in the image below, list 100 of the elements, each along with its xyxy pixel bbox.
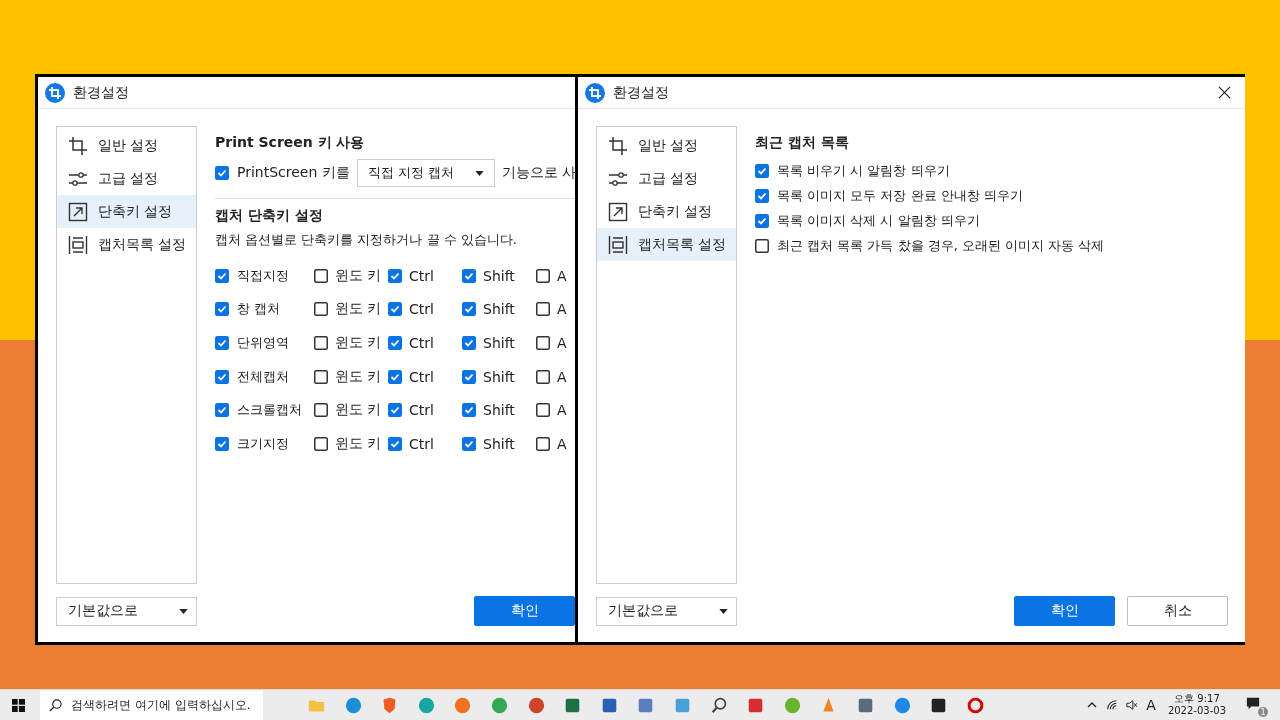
checkbox-label: 직접지정 <box>237 266 289 285</box>
taskbar-search-field[interactable]: 검색하려면 여기에 입력하십시오. <box>40 690 263 720</box>
checkbox-label: 전체캡처 <box>237 367 289 386</box>
reset-dropdown[interactable]: 기본값으로 <box>596 596 737 626</box>
checkbox[interactable] <box>314 268 328 283</box>
input-language-indicator[interactable]: A <box>1146 697 1156 713</box>
checkbox[interactable] <box>536 268 550 283</box>
sidebar-item[interactable]: 고급 설정 <box>57 162 196 195</box>
checkbox[interactable] <box>388 436 402 451</box>
window-title: 환경설정 <box>73 83 129 102</box>
clock-time[interactable]: 오후 9:17 <box>1174 693 1220 705</box>
checkbox-label: Ctrl <box>409 335 434 351</box>
checkbox[interactable] <box>314 302 328 317</box>
checkbox[interactable] <box>755 213 769 228</box>
checkbox[interactable] <box>215 268 229 283</box>
checkbox[interactable] <box>388 336 402 350</box>
checkbox[interactable] <box>388 369 402 384</box>
checkbox-label: 윈도 키 <box>335 434 382 453</box>
checkbox-label: Shift <box>483 301 515 318</box>
checkbox[interactable] <box>215 336 229 350</box>
sidebar-item[interactable]: 단축키 설정 <box>57 195 196 228</box>
sidebar-item[interactable]: 캡처목록 설정 <box>597 228 736 261</box>
checkbox[interactable] <box>536 369 550 384</box>
confirm-button[interactable]: 확인 <box>474 596 575 626</box>
checkbox[interactable] <box>388 302 402 317</box>
checkbox-label: A <box>557 435 567 452</box>
sidebar-item[interactable]: 캡처목록 설정 <box>57 228 196 261</box>
checkbox[interactable] <box>314 336 328 350</box>
checkbox-label: 윈도 키 <box>335 300 382 319</box>
checkbox[interactable] <box>462 336 476 350</box>
app-icon[interactable] <box>930 696 948 714</box>
sidebar-item[interactable]: 단축키 설정 <box>597 195 736 228</box>
speaker-muted-icon[interactable] <box>1126 699 1139 711</box>
checkbox[interactable] <box>462 268 476 283</box>
checkbox-label: Ctrl <box>409 402 434 419</box>
checkbox-label: Ctrl <box>409 301 434 318</box>
cancel-button[interactable]: 취소 <box>1127 596 1228 626</box>
checkbox-label: 윈도 키 <box>335 401 382 420</box>
capture-mode-dropdown[interactable]: 직접 지정 캡처 <box>356 159 495 187</box>
confirm-button[interactable]: 확인 <box>1014 596 1115 626</box>
checkbox-label: 스크롤캡처 <box>237 401 302 420</box>
checkbox[interactable] <box>215 369 229 384</box>
checkbox[interactable] <box>314 369 328 384</box>
checkbox[interactable] <box>755 188 769 203</box>
section-heading: Print Screen 키 사용 <box>215 134 366 152</box>
checkbox[interactable] <box>462 436 476 451</box>
windows-logo-icon[interactable] <box>12 698 25 712</box>
checkbox[interactable] <box>314 436 328 451</box>
checkbox-label: Shift <box>483 368 515 385</box>
checkbox-label: Shift <box>483 335 515 351</box>
checkbox-label: 윈도 키 <box>335 266 382 285</box>
checkbox[interactable] <box>755 238 769 253</box>
checkbox[interactable] <box>536 302 550 317</box>
arrow-box-icon <box>68 201 88 222</box>
checkbox[interactable] <box>388 268 402 283</box>
crop-icon <box>608 135 628 156</box>
checkbox-label: A <box>557 335 567 351</box>
checkbox[interactable] <box>755 163 769 178</box>
caret-icon <box>719 608 728 614</box>
checkbox-label: 창 캡처 <box>237 300 281 319</box>
list-icon <box>608 234 628 255</box>
window-title: 환경설정 <box>613 83 669 102</box>
checkbox-label: 윈도 키 <box>335 367 382 386</box>
checkbox[interactable] <box>536 436 550 451</box>
checkbox-label: Ctrl <box>409 368 434 385</box>
checkbox[interactable] <box>536 336 550 350</box>
checkbox[interactable] <box>388 403 402 418</box>
search-icon <box>49 699 62 712</box>
checkbox[interactable] <box>462 302 476 317</box>
close-icon[interactable] <box>1218 86 1231 99</box>
checkbox[interactable] <box>462 369 476 384</box>
checkbox[interactable] <box>215 302 229 317</box>
checkbox[interactable] <box>314 403 328 418</box>
crop-icon <box>68 135 88 156</box>
checkbox-label: 목록 이미지 삭제 시 알림창 띄우기 <box>777 211 980 230</box>
sidebar-item[interactable]: 일반 설정 <box>597 129 736 162</box>
notification-icon[interactable] <box>1246 696 1260 710</box>
checkbox-label: 윈도 키 <box>335 334 382 352</box>
checkbox-label: Ctrl <box>409 267 434 284</box>
checkbox-label: 크기지정 <box>237 434 289 453</box>
checkbox[interactable] <box>215 166 229 180</box>
caret-icon <box>474 170 484 176</box>
checkbox-label: A <box>557 301 567 318</box>
reset-dropdown[interactable]: 기본값으로 <box>56 596 197 626</box>
checkbox-label: A <box>557 368 567 385</box>
sidebar-item[interactable]: 일반 설정 <box>57 129 196 162</box>
checkbox-label: 목록 비우기 시 알림창 띄우기 <box>777 161 950 180</box>
checkbox[interactable] <box>215 436 229 451</box>
clock-date[interactable]: 2022-03-03 <box>1167 705 1226 717</box>
sidebar-item[interactable]: 고급 설정 <box>597 162 736 195</box>
search-icon[interactable] <box>710 696 728 714</box>
checkbox-label: Shift <box>483 267 515 284</box>
section-heading: 캡처 단축키 설정 <box>215 207 324 225</box>
network-icon[interactable] <box>1106 699 1119 711</box>
checkbox[interactable] <box>536 403 550 418</box>
checkbox[interactable] <box>462 403 476 418</box>
notification-badge: 1 <box>1258 707 1268 717</box>
checkbox[interactable] <box>215 403 229 418</box>
checkbox-label: PrintScreen 키를 <box>237 164 350 182</box>
app-logo-icon <box>585 82 605 103</box>
